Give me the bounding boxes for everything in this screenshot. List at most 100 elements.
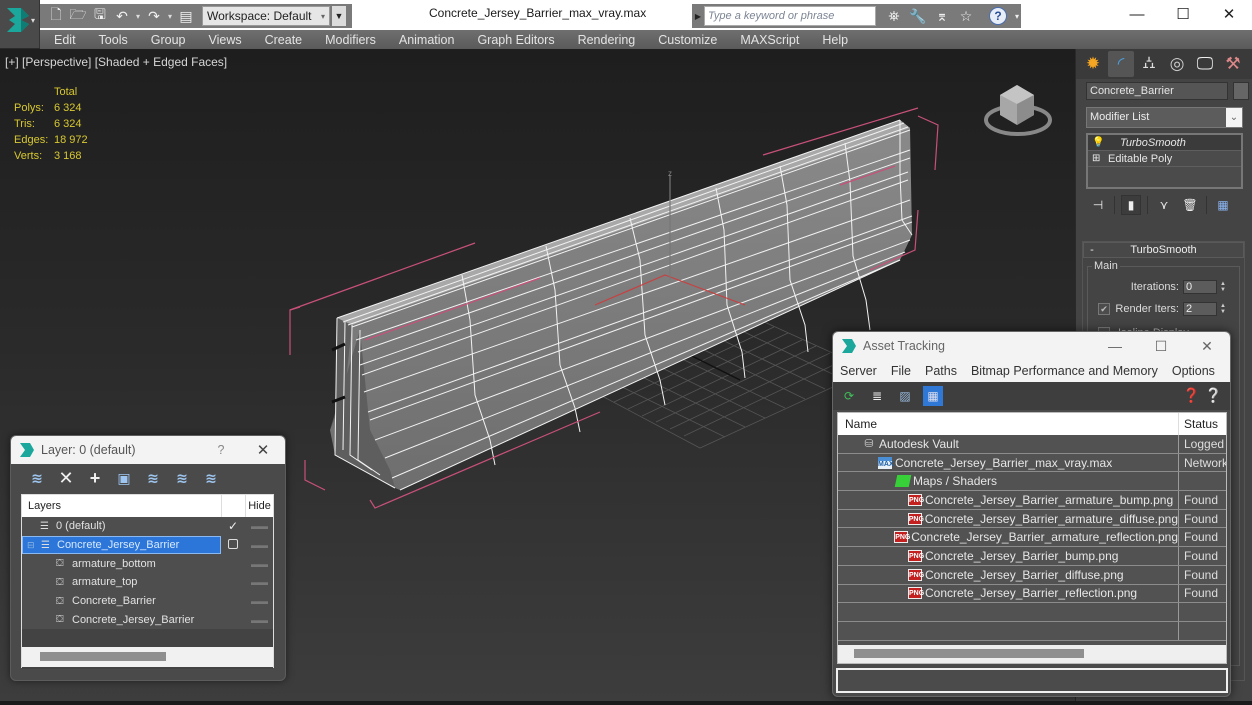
motion-tab[interactable]: ◎ [1164, 51, 1190, 77]
column-status[interactable]: Status [1179, 417, 1226, 431]
favorites-star-icon[interactable]: ☆ [957, 8, 975, 25]
layer-dialog-titlebar[interactable]: Layer: 0 (default) ? ✕ [11, 436, 285, 464]
render-iters-spinner[interactable] [1183, 302, 1217, 316]
search-input[interactable] [704, 6, 876, 26]
utilities-tab[interactable]: ⚒ [1220, 51, 1246, 77]
asset-row[interactable]: Maps / Shaders [838, 472, 1226, 492]
binoculars-icon[interactable]: ⛯ [885, 8, 903, 25]
object-row[interactable]: ⛋ Concrete_Barrier ▬▬ [22, 591, 273, 611]
delete-layer-icon[interactable]: ✕ [56, 468, 76, 488]
menu-edit[interactable]: Edit [54, 33, 87, 47]
viewcube[interactable] [984, 85, 1052, 136]
menu-customize[interactable]: Customize [658, 33, 728, 47]
menu-animation[interactable]: Animation [399, 33, 466, 47]
stack-item-editable-poly[interactable]: ⊞ Editable Poly [1088, 151, 1241, 167]
satellite-icon[interactable]: ⌆ [933, 8, 951, 25]
menu-group[interactable]: Group [151, 33, 197, 47]
make-unique-icon[interactable]: ⋎ [1154, 195, 1174, 215]
object-name-field[interactable] [1086, 82, 1228, 100]
object-row[interactable]: ⛋ armature_bottom ▬▬ [22, 554, 273, 574]
menu-file[interactable]: File [891, 364, 911, 378]
refresh-icon[interactable]: ⟳ [839, 386, 859, 406]
asset-path-field[interactable] [836, 668, 1228, 693]
maximize-button[interactable]: ☐ [1138, 338, 1184, 355]
create-tab[interactable]: ✹ [1080, 51, 1106, 77]
menu-modifiers[interactable]: Modifiers [325, 33, 387, 47]
menu-views[interactable]: Views [208, 33, 252, 47]
layer-row[interactable]: ⊟ ☰ Concrete_Jersey_Barrier ▬▬ [22, 535, 273, 555]
create-layer-icon[interactable]: ≋ [27, 468, 47, 488]
show-end-result-icon[interactable]: ▮ [1121, 195, 1141, 215]
lightbulb-icon[interactable]: 💡 [1092, 137, 1108, 148]
asset-row[interactable]: ⛁ Autodesk Vault Logged [838, 435, 1226, 454]
select-objects-in-layer-icon[interactable]: ▣ [114, 468, 134, 488]
asset-row[interactable]: PNG Concrete_Jersey_Barrier_armature_diff… [838, 509, 1226, 529]
undo-dropdown-icon[interactable]: ▾ [134, 12, 142, 21]
context-help-icon[interactable]: ❔ [1205, 387, 1222, 404]
freeze-unfreeze-all-icon[interactable]: ≋ [201, 468, 221, 488]
close-button[interactable]: ✕ [1184, 338, 1230, 355]
hierarchy-tab[interactable]: ⛼ [1136, 51, 1162, 77]
column-layers[interactable]: Layers [22, 500, 221, 512]
hide-toggle[interactable]: ▬▬ [245, 559, 273, 569]
help-button[interactable]: ? [201, 443, 241, 457]
object-row[interactable]: ⛋ armature_top ▬▬ [22, 573, 273, 592]
object-row[interactable]: ⛋ Concrete_Jersey_Barrier ▬▬ [22, 610, 273, 630]
rollout-header[interactable]: - TurboSmooth [1083, 242, 1244, 258]
wrench-icon[interactable]: 🔧 [909, 8, 927, 25]
table-view-icon[interactable]: ▦ [923, 386, 943, 406]
modify-tab[interactable]: ◜ [1108, 51, 1134, 77]
menu-maxscript[interactable]: MAXScript [740, 33, 810, 47]
hide-toggle[interactable]: ▬▬ [245, 540, 273, 550]
undo-icon[interactable]: ↶ [112, 6, 132, 26]
asset-row[interactable]: PNG Concrete_Jersey_Barrier_diffuse.png F… [838, 565, 1226, 585]
menu-options[interactable]: Options [1172, 364, 1215, 378]
help-icon[interactable]: ❓ [1183, 387, 1200, 404]
menu-create[interactable]: Create [265, 33, 314, 47]
help-dropdown-icon[interactable]: ▾ [1013, 12, 1021, 21]
close-button[interactable]: ✕ [1206, 0, 1252, 28]
scrollbar-thumb[interactable] [854, 649, 1084, 658]
collapse-icon[interactable]: ⊟ [27, 540, 37, 551]
menu-server[interactable]: Server [840, 364, 877, 378]
column-name[interactable]: Name [838, 413, 1179, 435]
render-iters-checkbox[interactable]: ✔ [1098, 303, 1110, 315]
expand-search-icon[interactable]: ▶ [692, 12, 704, 21]
hide-toggle[interactable]: ▬▬ [245, 615, 273, 625]
column-hide[interactable]: Hide [245, 495, 273, 517]
list-view-icon[interactable]: ≣ [867, 386, 887, 406]
asset-row[interactable]: PNG Concrete_Jersey_Barrier_bump.png Foun… [838, 547, 1226, 566]
asset-dialog-titlebar[interactable]: Asset Tracking — ☐ ✕ [833, 332, 1230, 360]
save-icon[interactable]: 🖫 [90, 6, 110, 26]
menu-bitmap-performance[interactable]: Bitmap Performance and Memory [971, 364, 1158, 378]
menu-graph-editors[interactable]: Graph Editors [477, 33, 565, 47]
hide-toggle[interactable]: ▬▬ [245, 596, 273, 606]
menu-help[interactable]: Help [822, 33, 859, 47]
menu-tools[interactable]: Tools [99, 33, 139, 47]
help-icon[interactable]: ? [989, 7, 1007, 25]
project-folder-icon[interactable]: ▤ [176, 6, 196, 26]
layer-row[interactable]: ☰ 0 (default) ✓ ▬▬ [22, 517, 273, 536]
configure-modifier-sets-icon[interactable]: ▦ [1213, 195, 1233, 215]
spinner-arrows-icon[interactable]: ▲ ▼ [1220, 303, 1228, 315]
display-tab[interactable]: 🖵 [1192, 51, 1218, 77]
viewport-label[interactable]: [+] [Perspective] [Shaded + Edged Faces] [5, 55, 227, 69]
object-color-swatch[interactable] [1233, 82, 1249, 100]
remove-modifier-icon[interactable]: 🗑 [1180, 195, 1200, 215]
highlight-selected-layer-icon[interactable]: ≋ [143, 468, 163, 488]
add-to-layer-icon[interactable]: + [85, 468, 105, 488]
close-button[interactable]: ✕ [241, 441, 285, 459]
modifier-list-dropdown[interactable]: Modifier List ⌄ [1086, 107, 1243, 128]
spinner-arrows-icon[interactable]: ▲ ▼ [1220, 281, 1228, 293]
thumbnail-view-icon[interactable]: ▨ [895, 386, 915, 406]
customize-toolbar-button[interactable]: ▼ [332, 6, 346, 26]
hide-unhide-all-icon[interactable]: ≋ [172, 468, 192, 488]
minimize-button[interactable]: — [1092, 338, 1138, 354]
horizontal-scrollbar[interactable] [838, 645, 1226, 663]
new-file-icon[interactable]: 🗋 [46, 6, 66, 26]
current-layer-checkbox[interactable] [221, 538, 245, 552]
asset-row[interactable]: PNG Concrete_Jersey_Barrier_reflection.pn… [838, 584, 1226, 604]
application-menu-button[interactable]: ▾ [0, 0, 40, 48]
asset-row[interactable]: PNG Concrete_Jersey_Barrier_armature_bump… [838, 491, 1226, 510]
hide-toggle[interactable]: ▬▬ [245, 577, 273, 587]
